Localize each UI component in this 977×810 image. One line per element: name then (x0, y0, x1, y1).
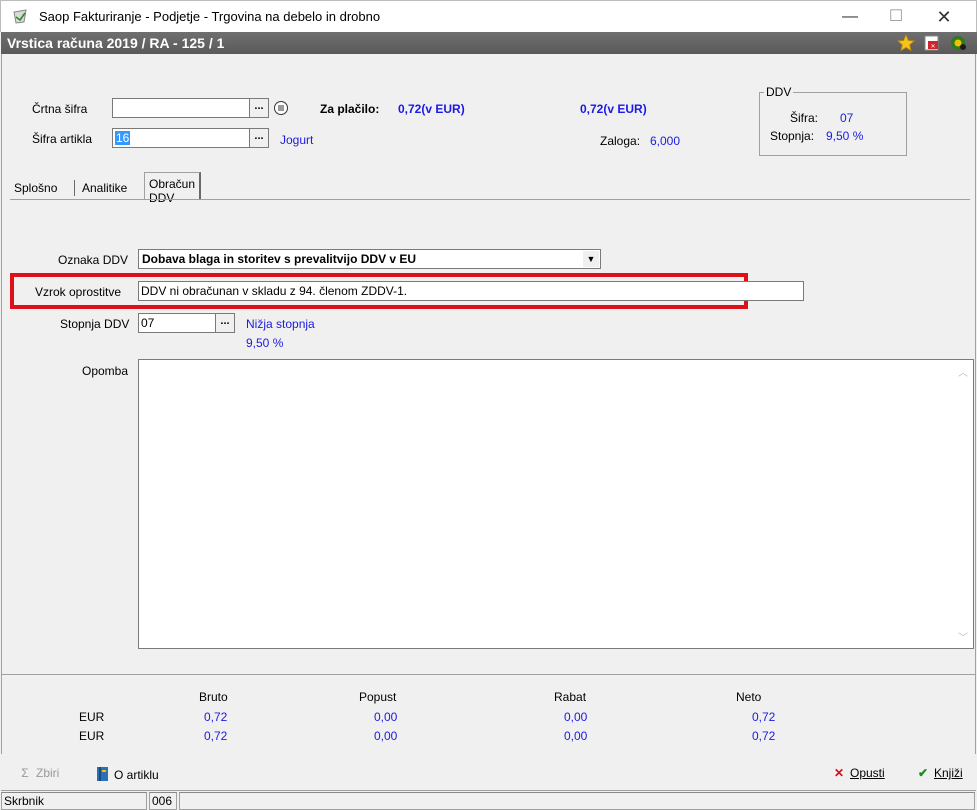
o-artiklu-label: O artiklu (114, 768, 159, 782)
oznaka-ddv-label: Oznaka DDV (58, 253, 129, 267)
totals-panel: Bruto Popust Rabat Neto EUR 0,72 0,00 0,… (1, 674, 976, 754)
vzrok-oprostitve-input[interactable]: DDV ni obračunan v skladu z 94. členom Z… (138, 281, 804, 301)
app-icon (13, 9, 27, 24)
opusti-label: Opusti (850, 766, 885, 780)
totals-header-bruto: Bruto (199, 690, 228, 704)
oznaka-ddv-select[interactable]: Dobava blaga in storitev s prevalitvijo … (138, 249, 601, 269)
totals-popust-value: 0,00 (374, 710, 398, 724)
sifra-artikla-value: 16 (115, 131, 131, 145)
form-title: Vrstica računa 2019 / RA - 125 / 1 (7, 35, 225, 51)
chevron-down-icon[interactable]: ▼ (583, 251, 599, 267)
favorite-star-icon[interactable] (897, 34, 915, 52)
close-button[interactable]: ✕ (921, 1, 967, 33)
sifra-artikla-input[interactable]: 16 (112, 128, 250, 148)
totals-header-popust: Popust (359, 690, 397, 704)
opomba-label: Opomba (82, 364, 129, 378)
status-user: Skrbnik (1, 792, 147, 810)
checkmark-icon: ✔ (917, 766, 929, 780)
ddv-groupbox: DDV Šifra: 07 Stopnja: 9,50 % (759, 85, 907, 156)
scroll-up-icon[interactable]: ︿ (958, 364, 968, 379)
exit-icon[interactable] (949, 34, 967, 52)
tab-separator (74, 180, 75, 196)
tab-obracun-ddv[interactable]: Obračun DDV (144, 172, 202, 205)
knjizi-label: Knjiži (934, 766, 963, 780)
totals-popust-value: 0,00 (374, 729, 398, 743)
crtna-sifra-lookup-button[interactable]: ... (249, 98, 269, 118)
memo-scrollbar[interactable]: ︿ ﹀ (955, 360, 973, 648)
za-placilo-value: 0,72(v EUR) (398, 102, 465, 116)
totals-rabat-value: 0,00 (564, 729, 588, 743)
scroll-down-icon[interactable]: ﹀ (958, 629, 968, 644)
totals-neto-value: 0,72 (752, 729, 776, 743)
o-artiklu-button[interactable]: O artiklu (95, 766, 159, 782)
stopnja-ddv-label: Stopnja DDV (60, 317, 130, 331)
minimize-button[interactable]: — (827, 1, 873, 33)
tab-splosno[interactable]: Splošno (10, 178, 61, 200)
totals-header-neto: Neto (736, 690, 762, 704)
totals-bruto-value: 0,72 (204, 729, 228, 743)
main-panel: Črtna šifra ... Za plačilo: 0,72(v EUR) … (1, 54, 976, 674)
zbiri-label: Zbiri (36, 766, 60, 780)
status-code: 006 (149, 792, 177, 810)
totals-bruto-value: 0,72 (204, 710, 228, 724)
crtna-sifra-input[interactable] (112, 98, 250, 118)
ddv-stopnja-label: Stopnja: (770, 129, 815, 143)
cancel-x-icon: ✕ (833, 766, 845, 780)
zaloga-label: Zaloga: (600, 134, 641, 148)
status-bar: Skrbnik 006 (1, 790, 976, 810)
knjizi-button[interactable]: ✔ Knjiži (915, 766, 963, 780)
stopnja-percent: 9,50 % (246, 336, 284, 350)
tab-analitike[interactable]: Analitike (78, 178, 131, 200)
oznaka-ddv-value: Dobava blaga in storitev s prevalitvijo … (142, 252, 417, 266)
status-message (179, 792, 975, 810)
sigma-icon: Σ (21, 766, 29, 780)
window-title: Saop Fakturiranje - Podjetje - Trgovina … (39, 9, 381, 24)
zbiri-button[interactable]: Σ Zbiri (17, 766, 59, 780)
za-placilo-label: Za plačilo: (320, 102, 380, 116)
window-titlebar: Saop Fakturiranje - Podjetje - Trgovina … (0, 0, 977, 32)
book-icon (97, 767, 108, 781)
stopnja-ddv-lookup-button[interactable]: ... (215, 313, 235, 333)
action-bar: Σ Zbiri O artiklu ✕ Opusti ✔ Knjiži (1, 756, 976, 790)
pdf-icon[interactable]: ✕ (923, 34, 941, 52)
ddv-legend: DDV (764, 85, 794, 99)
stopnja-name: Nižja stopnja (246, 317, 315, 331)
sifra-artikla-label: Šifra artikla (32, 132, 93, 146)
ddv-sifra-label: Šifra: (790, 111, 819, 125)
form-header: Vrstica računa 2019 / RA - 125 / 1 ✕ (1, 32, 977, 54)
list-icon[interactable] (273, 100, 289, 116)
ddv-sifra-value: 07 (840, 111, 854, 125)
totals-currency: EUR (79, 710, 105, 724)
zaloga-value: 6,000 (650, 134, 681, 148)
totals-currency: EUR (79, 729, 105, 743)
totals-rabat-value: 0,00 (564, 710, 588, 724)
amount-eur-value: 0,72(v EUR) (580, 102, 647, 116)
stopnja-ddv-input[interactable]: 07 (138, 313, 216, 333)
opomba-textarea[interactable]: ︿ ﹀ (138, 359, 974, 649)
opusti-button[interactable]: ✕ Opusti (831, 766, 885, 780)
crtna-sifra-label: Črtna šifra (32, 102, 88, 116)
artikel-name: Jogurt (280, 133, 314, 147)
sifra-artikla-lookup-button[interactable]: ... (249, 128, 269, 148)
totals-neto-value: 0,72 (752, 710, 776, 724)
vzrok-oprostitve-label: Vzrok oprostitve (35, 285, 122, 299)
tab-panel-border (10, 199, 970, 200)
svg-text:✕: ✕ (930, 44, 935, 50)
totals-header-rabat: Rabat (554, 690, 587, 704)
maximize-button[interactable]: ☐ (873, 1, 919, 33)
ddv-stopnja-value: 9,50 % (826, 129, 864, 143)
